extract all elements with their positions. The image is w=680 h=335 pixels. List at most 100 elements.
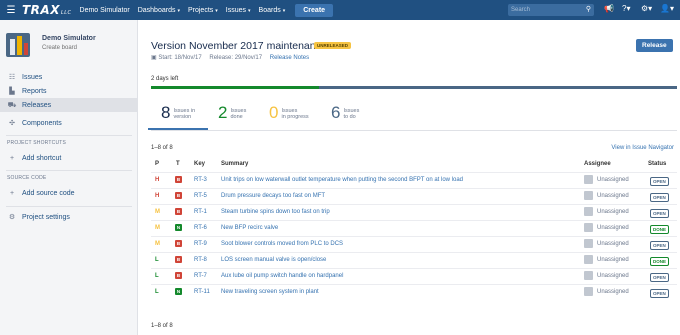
search-input[interactable]: Search ⚲ — [508, 4, 594, 16]
add-source-code-link[interactable]: + Add source code — [0, 186, 138, 200]
release-button[interactable]: Release — [636, 39, 673, 52]
status-badge: OPEN — [650, 273, 669, 282]
issue-type-icon: B — [175, 192, 182, 199]
table-row[interactable]: M B RT-1 Steam turbine spins down too fast … — [151, 204, 677, 219]
issue-key-link[interactable]: RT-11 — [194, 289, 210, 295]
menu-issues[interactable]: Issues ▾ — [226, 7, 251, 14]
project-sub-link[interactable]: Create board — [42, 45, 96, 51]
view-in-issue-navigator-link[interactable]: View in Issue Navigator — [611, 145, 674, 151]
avatar — [584, 239, 593, 248]
calendar-icon: ▣ — [151, 55, 157, 61]
issue-summary-link[interactable]: New traveling screen system in plant — [221, 289, 319, 295]
issue-summary-link[interactable]: Steam turbine spins down too fast on tri… — [221, 209, 330, 215]
divider — [6, 170, 132, 171]
stat-issues-to-do[interactable]: 6 Issues to do — [331, 104, 359, 121]
user-avatar-icon[interactable]: 👤▾ — [660, 4, 674, 13]
release-date: Release: 29/Nov/17 — [209, 55, 263, 61]
components-icon: ✣ — [9, 120, 15, 127]
issue-key-link[interactable]: RT-6 — [194, 225, 207, 231]
assignee-name: Unassigned — [597, 193, 629, 199]
avatar — [584, 255, 593, 264]
issue-key-link[interactable]: RT-8 — [194, 257, 207, 263]
project-name[interactable]: Demo Simulator — [42, 35, 96, 42]
issue-summary-link[interactable]: Aux lube oil pump switch handle on hardp… — [221, 273, 343, 279]
status-badge: UNRELEASED — [314, 42, 352, 49]
avatar — [584, 191, 593, 200]
issue-count-bottom: 1–8 of 8 — [151, 323, 173, 329]
version-progress-bar — [151, 86, 677, 89]
chevron-down-icon: ▾ — [282, 7, 286, 14]
stat-issues-in-progress[interactable]: 0 Issues in progress — [269, 104, 309, 121]
issue-key-link[interactable]: RT-1 — [194, 209, 207, 215]
divider — [6, 135, 132, 136]
assignee-name: Unassigned — [597, 177, 629, 183]
stat-number: 6 — [331, 103, 341, 122]
table-row[interactable]: L B RT-7 Aux lube oil pump switch handle on… — [151, 268, 677, 283]
avatar — [584, 207, 593, 216]
header-type[interactable]: T — [176, 161, 180, 167]
table-row[interactable]: L N RT-11 New traveling screen system in pl… — [151, 284, 677, 299]
source-code-section-label: SOURCE CODE — [7, 175, 47, 181]
menu-boards[interactable]: Boards ▾ — [259, 7, 286, 14]
divider — [6, 206, 132, 207]
issue-type-icon: N — [175, 224, 182, 231]
issue-summary-link[interactable]: Drum pressure decays too fast on MFT — [221, 193, 325, 199]
sidebar-item-releases[interactable]: ⛟ Releases — [0, 98, 138, 112]
menu-projects[interactable]: Projects ▾ — [188, 7, 218, 14]
stat-issues-in-version[interactable]: 8 Issues in version — [161, 104, 195, 121]
header-priority[interactable]: P — [155, 161, 159, 167]
header-assignee[interactable]: Assignee — [584, 161, 611, 167]
main-content: Version November 2017 maintenance UNRELE… — [138, 20, 680, 335]
table-row[interactable]: L B RT-8 LOS screen manual valve is open/cl… — [151, 252, 677, 267]
sidebar-item-components[interactable]: ✣ Components — [0, 116, 138, 130]
issue-type-icon: B — [175, 272, 182, 279]
trax-logo[interactable]: TRAXLLC — [22, 3, 72, 17]
add-shortcut-link[interactable]: + Add shortcut — [0, 151, 138, 165]
start-date: Start: 18/Nov/17 — [158, 55, 202, 61]
app-switcher-icon[interactable]: ☰ — [2, 5, 20, 16]
site-name-link[interactable]: Demo Simulator — [80, 7, 130, 14]
search-placeholder: Search — [511, 7, 531, 13]
stat-number: 8 — [161, 103, 171, 122]
top-navigation-bar: ☰ TRAXLLC Demo Simulator Dashboards ▾ Pro… — [0, 0, 680, 20]
avatar — [584, 223, 593, 232]
assignee-name: Unassigned — [597, 241, 629, 247]
release-notes-link[interactable]: Release Notes — [270, 55, 309, 61]
table-row[interactable]: M B RT-9 Soot blower controls moved from PL… — [151, 236, 677, 251]
sidebar-item-reports[interactable]: ▙ Reports — [0, 84, 138, 98]
avatar — [584, 175, 593, 184]
issue-summary-link[interactable]: LOS screen manual valve is open/close — [221, 257, 326, 263]
issue-type-icon: B — [175, 176, 182, 183]
project-sidebar: Demo Simulator Create board ☷ Issues ▙ Rep… — [0, 20, 138, 335]
table-row[interactable]: H B RT-5 Drum pressure decays too fast on M… — [151, 188, 677, 203]
table-row[interactable]: H B RT-3 Unit trips on low waterwall outlet… — [151, 172, 677, 187]
plus-icon: + — [9, 189, 15, 197]
project-avatar[interactable] — [6, 33, 30, 57]
avatar — [584, 271, 593, 280]
menu-dashboards[interactable]: Dashboards ▾ — [138, 7, 180, 14]
header-status[interactable]: Status — [648, 161, 666, 167]
create-button[interactable]: Create — [295, 3, 334, 17]
header-summary[interactable]: Summary — [221, 161, 248, 167]
issue-summary-link[interactable]: Soot blower controls moved from PLC to D… — [221, 241, 343, 247]
status-badge: OPEN — [650, 209, 669, 218]
version-meta: ▣ Start: 18/Nov/17 Release: 29/Nov/17 Re… — [151, 54, 309, 61]
chevron-down-icon: ▾ — [215, 7, 218, 14]
stat-issues-done[interactable]: 2 Issues done — [218, 104, 246, 121]
table-row[interactable]: M N RT-6 New BFP recirc valve Unassigned DONE — [151, 220, 677, 235]
search-icon: ⚲ — [585, 6, 591, 13]
help-icon[interactable]: ?▾ — [622, 4, 630, 13]
issue-key-link[interactable]: RT-9 — [194, 241, 207, 247]
reports-icon: ▙ — [9, 88, 15, 95]
issue-key-link[interactable]: RT-7 — [194, 273, 207, 279]
header-key[interactable]: Key — [194, 161, 205, 167]
project-settings-link[interactable]: ⚙ Project settings — [0, 210, 138, 224]
days-left-text: 2 days left — [151, 76, 179, 82]
gear-icon[interactable]: ⚙▾ — [641, 4, 652, 13]
issue-summary-link[interactable]: New BFP recirc valve — [221, 225, 278, 231]
issue-summary-link[interactable]: Unit trips on low waterwall outlet tempe… — [221, 177, 463, 183]
issue-key-link[interactable]: RT-3 — [194, 177, 207, 183]
issue-key-link[interactable]: RT-5 — [194, 193, 207, 199]
sidebar-item-issues[interactable]: ☷ Issues — [0, 70, 138, 84]
notifications-icon[interactable]: 📢 — [604, 4, 614, 13]
